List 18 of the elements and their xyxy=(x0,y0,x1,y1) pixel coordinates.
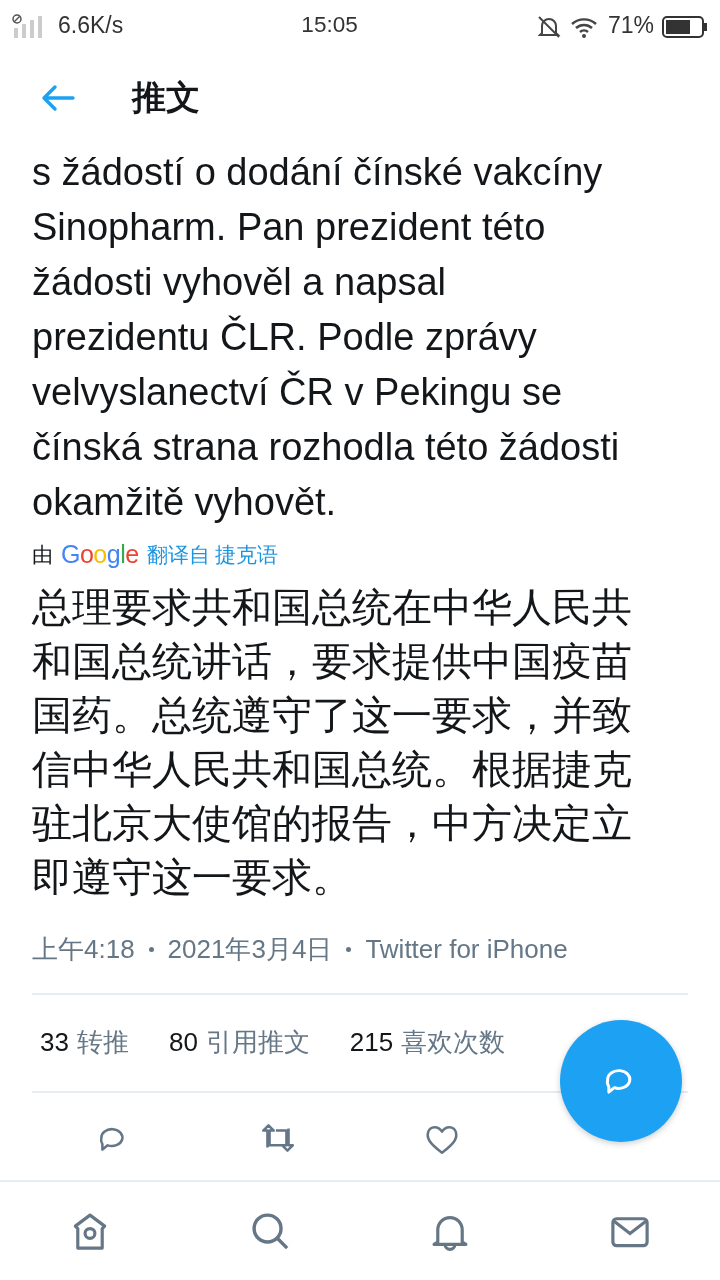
google-logo: Google xyxy=(61,539,139,570)
tweet-text: Sinopharm. Pan prezident této žádosti vyhověl a napsal prezidentu ČLR. Podle zprávy velvyslanectví ČR v Pekingu se čínská strana rozhodla této žádosti okamžitě vyhovět. xyxy=(31,205,621,525)
timestamp: 2021年3月4日 xyxy=(167,932,333,966)
stat-link[interactable]: 33 转推 xyxy=(40,1023,129,1062)
network-speed: 6.6K/s xyxy=(58,10,124,40)
page-title: 推文 xyxy=(132,77,200,118)
tweet-text: s žádostí o dodání čínské vakcíny xyxy=(31,150,604,195)
battery-percent: 71% xyxy=(607,10,654,40)
separator-dot xyxy=(346,946,352,952)
source-link[interactable]: Twitter for iPhone xyxy=(365,929,568,969)
translation-prefix: 由 xyxy=(32,542,53,568)
clock: 15:05 xyxy=(301,11,358,40)
stat-link[interactable]: 80 引用推文 xyxy=(168,1023,310,1062)
translated-text: 总理要求共和国总统在中华人民共和国总统讲话，要求提供中国疫苗国药。总统遵守了这一要求，并致信中华人民共和国总统。根据捷克驻北京大使馆的报告，中方决定立即遵守这一要求。 xyxy=(31,583,633,901)
separator-dot xyxy=(148,946,154,952)
back-arrow-icon[interactable] xyxy=(40,83,76,112)
timestamp: 上午4:18 xyxy=(32,932,135,966)
stat-link[interactable]: 215 喜欢次数 xyxy=(349,1023,506,1062)
